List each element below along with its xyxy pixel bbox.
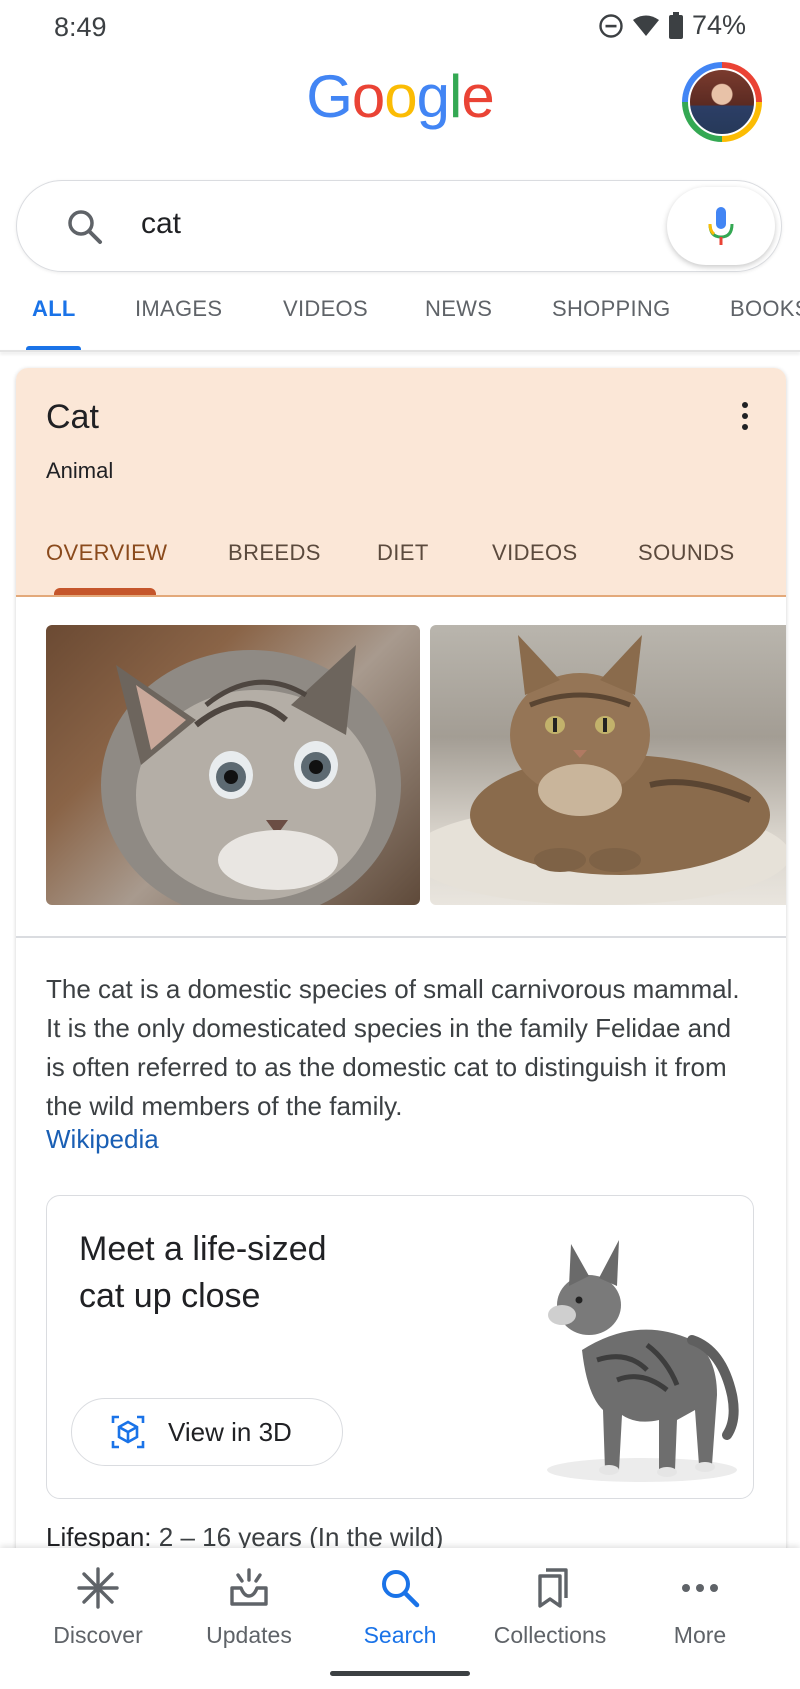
more-options-icon[interactable] [742, 402, 748, 435]
bottom-navigation: Discover Updates Search Collections More [0, 1548, 800, 1689]
entity-subtitle: Animal [46, 458, 114, 483]
3d-cube-icon [111, 1415, 145, 1449]
logo-letter: o [384, 63, 417, 130]
tab-shopping[interactable]: SHOPPING [552, 296, 671, 322]
ar-card-title: Meet a life-sized cat up close [79, 1230, 327, 1315]
more-dots-icon [682, 1584, 718, 1592]
collections-bookmark-icon [538, 1568, 568, 1608]
nav-updates[interactable]: Updates [169, 1566, 329, 1649]
knowledge-panel: Cat Animal OVERVIEW BREEDS DIET VIDEOS S… [16, 368, 786, 1688]
wifi-icon [632, 15, 659, 36]
search-bar[interactable]: cat [16, 180, 782, 272]
logo-letter: l [449, 63, 462, 130]
3d-cat-model [547, 1240, 739, 1482]
cat-image-tabby[interactable] [430, 625, 786, 905]
battery-icon [668, 11, 683, 39]
nav-search-label: Search [363, 1622, 437, 1648]
tab-books[interactable]: BOOKS [730, 296, 800, 322]
tab-news[interactable]: NEWS [425, 296, 492, 322]
search-nav-icon [382, 1570, 420, 1608]
gesture-home-indicator[interactable] [330, 1671, 470, 1676]
nav-collections-label: Collections [493, 1622, 607, 1648]
panel-tab-diet[interactable]: DIET [377, 540, 429, 566]
tab-videos[interactable]: VIDEOS [283, 296, 368, 322]
panel-header-divider [16, 595, 786, 597]
account-avatar[interactable] [682, 62, 762, 142]
result-tabs: ALL IMAGES VIDEOS NEWS SHOPPING BOOKS [0, 296, 800, 352]
logo-letter: e [461, 63, 494, 130]
nav-more-label: More [673, 1622, 727, 1648]
panel-tab-overview[interactable]: OVERVIEW [46, 540, 167, 566]
search-icon [68, 210, 102, 244]
battery-percent: 74% [691, 10, 746, 40]
avatar-photo [688, 68, 756, 136]
images-divider [16, 936, 786, 938]
wikipedia-link[interactable]: Wikipedia [46, 1124, 159, 1155]
logo-letter: G [306, 63, 353, 130]
search-input[interactable]: cat [141, 207, 181, 241]
do-not-disturb-icon [599, 13, 623, 38]
nav-more[interactable]: More [620, 1566, 780, 1649]
view-in-3d-button[interactable]: View in 3D [71, 1398, 343, 1466]
tab-all[interactable]: ALL [32, 296, 76, 322]
logo-letter: o [351, 63, 385, 130]
status-time: 8:49 [54, 12, 107, 42]
tab-images[interactable]: IMAGES [135, 296, 222, 322]
entity-description: The cat is a domestic species of small c… [46, 974, 740, 1121]
discover-asterisk-icon [77, 1567, 119, 1609]
nav-discover-label: Discover [53, 1622, 143, 1648]
google-logo: Google [0, 62, 800, 131]
tabs-divider [0, 350, 800, 352]
mic-icon [708, 207, 734, 245]
status-icons: 74% [598, 10, 746, 41]
view-in-3d-card[interactable]: Meet a life-sized cat up close View in 3… [46, 1195, 754, 1499]
entity-title: Cat [46, 398, 99, 436]
nav-search[interactable]: Search [320, 1566, 480, 1649]
logo-letter: g [416, 63, 450, 130]
updates-inbox-icon [230, 1568, 268, 1606]
panel-tab-breeds[interactable]: BREEDS [228, 540, 321, 566]
nav-discover[interactable]: Discover [18, 1566, 178, 1649]
nav-updates-label: Updates [206, 1622, 292, 1648]
panel-tab-videos[interactable]: VIDEOS [492, 540, 578, 566]
voice-search-button[interactable] [667, 187, 775, 265]
cat-image-kitten[interactable] [46, 625, 420, 905]
panel-tab-sounds[interactable]: SOUNDS [638, 540, 735, 566]
knowledge-panel-header: Cat Animal OVERVIEW BREEDS DIET VIDEOS S… [16, 368, 786, 597]
nav-collections[interactable]: Collections [470, 1566, 630, 1649]
view-in-3d-label: View in 3D [168, 1416, 292, 1447]
